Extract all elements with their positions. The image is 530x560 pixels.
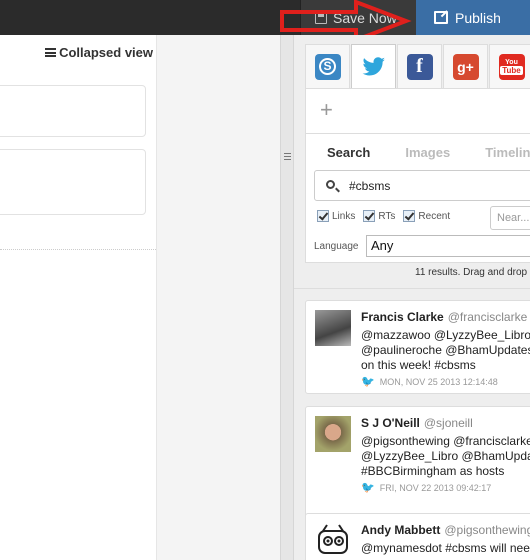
tweet-author[interactable]: S J O'Neill bbox=[361, 416, 420, 430]
tweet-line: @LyzzyBee_Libro @BhamUpdates bbox=[361, 449, 530, 463]
checkbox[interactable] bbox=[403, 210, 416, 222]
twitter-bird-icon: 🐦 bbox=[361, 376, 375, 388]
avatar bbox=[315, 523, 351, 559]
twitter-search-panel: + Search Images Timeline #cbsms Links RT… bbox=[305, 88, 530, 263]
story-editor-panel: Collapsed view bbox=[0, 35, 280, 560]
tab-twitter[interactable] bbox=[351, 44, 396, 89]
tweet-author[interactable]: Andy Mabbett bbox=[361, 523, 440, 537]
editor-side-strip bbox=[156, 35, 280, 560]
tweet-handle[interactable]: @pigsonthewing bbox=[444, 523, 530, 537]
tweet-line: on this week! #cbsms bbox=[361, 358, 476, 372]
collapsed-view-label: Collapsed view bbox=[59, 45, 153, 60]
search-filters: Links RTs Recent bbox=[317, 210, 458, 222]
tab-facebook[interactable]: f bbox=[397, 44, 442, 88]
divider bbox=[0, 249, 156, 250]
filter-recent[interactable]: Recent bbox=[403, 210, 450, 222]
tweet-line: @pigsonthewing @francisclarke bbox=[361, 434, 530, 448]
divider bbox=[294, 288, 530, 289]
tab-search[interactable]: Search bbox=[327, 145, 370, 160]
list-icon bbox=[45, 48, 57, 57]
tweet-header: Andy Mabbett @pigsonthewing bbox=[361, 523, 530, 537]
search-icon bbox=[326, 180, 335, 189]
tab-google-plus[interactable]: g+ bbox=[443, 44, 488, 88]
results-count: 11 results. Drag and drop bbox=[415, 267, 528, 278]
youtube-icon: You Tube bbox=[498, 53, 525, 80]
tweet-text: @mazzawoo @LyzzyBee_Libro @paulineroche … bbox=[361, 328, 530, 373]
storify-icon: S bbox=[314, 53, 341, 80]
tweet-line: @mazzawoo @LyzzyBee_Libro bbox=[361, 328, 530, 342]
filter-label: RTs bbox=[378, 210, 396, 222]
google-plus-icon: g+ bbox=[452, 53, 479, 80]
tweet-card[interactable]: Andy Mabbett @pigsonthewing @mynamesdot #… bbox=[305, 513, 530, 560]
tweet-line: @paulineroche @BhamUpdates bbox=[361, 343, 530, 357]
panel-splitter[interactable] bbox=[280, 35, 294, 560]
tweet-timestamp: 🐦 MON, NOV 25 2013 12:14:48 bbox=[361, 375, 498, 388]
sources-panel: S f g+ YouTube + Search Images Timeline bbox=[294, 35, 530, 560]
filter-label: Links bbox=[332, 210, 356, 222]
tweet-timestamp: 🐦 FRI, NOV 22 2013 09:42:17 bbox=[361, 481, 491, 494]
save-now-button[interactable]: Save Now bbox=[300, 0, 416, 35]
twitter-bird-icon: 🐦 bbox=[361, 482, 375, 494]
story-block[interactable] bbox=[0, 149, 146, 215]
tweet-author[interactable]: Francis Clarke bbox=[361, 310, 444, 324]
tweet-handle[interactable]: @francisclarke bbox=[448, 310, 528, 324]
tab-storify[interactable]: S bbox=[305, 44, 350, 88]
checkbox[interactable] bbox=[317, 210, 329, 222]
language-label: Language bbox=[314, 241, 359, 252]
save-icon bbox=[315, 11, 327, 24]
tweet-handle[interactable]: @sjoneill bbox=[424, 416, 473, 430]
facebook-icon: f bbox=[406, 53, 433, 80]
story-block[interactable] bbox=[0, 85, 146, 137]
language-select[interactable]: Any bbox=[366, 235, 530, 257]
tweet-card[interactable]: Francis Clarke @francisclarke @mazzawoo @… bbox=[305, 300, 530, 394]
tweet-header: Francis Clarke @francisclarke bbox=[361, 310, 527, 324]
filter-links[interactable]: Links bbox=[317, 210, 355, 222]
source-tabs: S f g+ You Tube bbox=[305, 44, 530, 89]
search-box: Search Images Timeline #cbsms Links RTs … bbox=[306, 133, 530, 263]
tab-youtube[interactable]: You Tube bbox=[489, 44, 530, 88]
avatar bbox=[315, 310, 351, 346]
drag-handle-icon[interactable] bbox=[284, 153, 291, 162]
tweet-text: @pigsonthewing @francisclarke @LyzzyBee_… bbox=[361, 434, 530, 479]
timestamp-text: FRI, NOV 22 2013 09:42:17 bbox=[379, 482, 492, 493]
collapsed-view-toggle[interactable]: Collapsed view bbox=[45, 45, 153, 60]
tweet-header: S J O'Neill @sjoneill bbox=[361, 416, 473, 430]
filter-label: Recent bbox=[418, 210, 451, 222]
search-input[interactable]: #cbsms bbox=[314, 170, 530, 201]
twitter-icon bbox=[361, 54, 387, 80]
publish-label: Publish bbox=[455, 9, 501, 26]
publish-button[interactable]: Publish bbox=[416, 0, 530, 35]
tweet-line: #BBCBirmingham as hosts bbox=[361, 464, 505, 478]
search-query-text: #cbsms bbox=[349, 179, 391, 193]
tab-timeline[interactable]: Timeline bbox=[485, 145, 530, 160]
save-now-label: Save Now bbox=[333, 9, 397, 26]
timestamp-text: MON, NOV 25 2013 12:14:48 bbox=[379, 376, 498, 387]
search-subtabs: Search Images Timeline bbox=[327, 145, 530, 160]
tweet-text: @mynamesdot #cbsms will need bbox=[361, 541, 530, 556]
filter-rts[interactable]: RTs bbox=[363, 210, 395, 222]
near-location-input[interactable]: Near... bbox=[490, 206, 530, 230]
top-toolbar: Save Now Publish bbox=[0, 0, 530, 35]
tab-images[interactable]: Images bbox=[405, 145, 450, 160]
publish-icon bbox=[434, 11, 448, 24]
avatar bbox=[315, 416, 351, 452]
add-source-button[interactable]: + bbox=[320, 97, 333, 123]
checkbox[interactable] bbox=[363, 210, 376, 222]
tweet-line: @mynamesdot #cbsms will need bbox=[361, 541, 530, 555]
